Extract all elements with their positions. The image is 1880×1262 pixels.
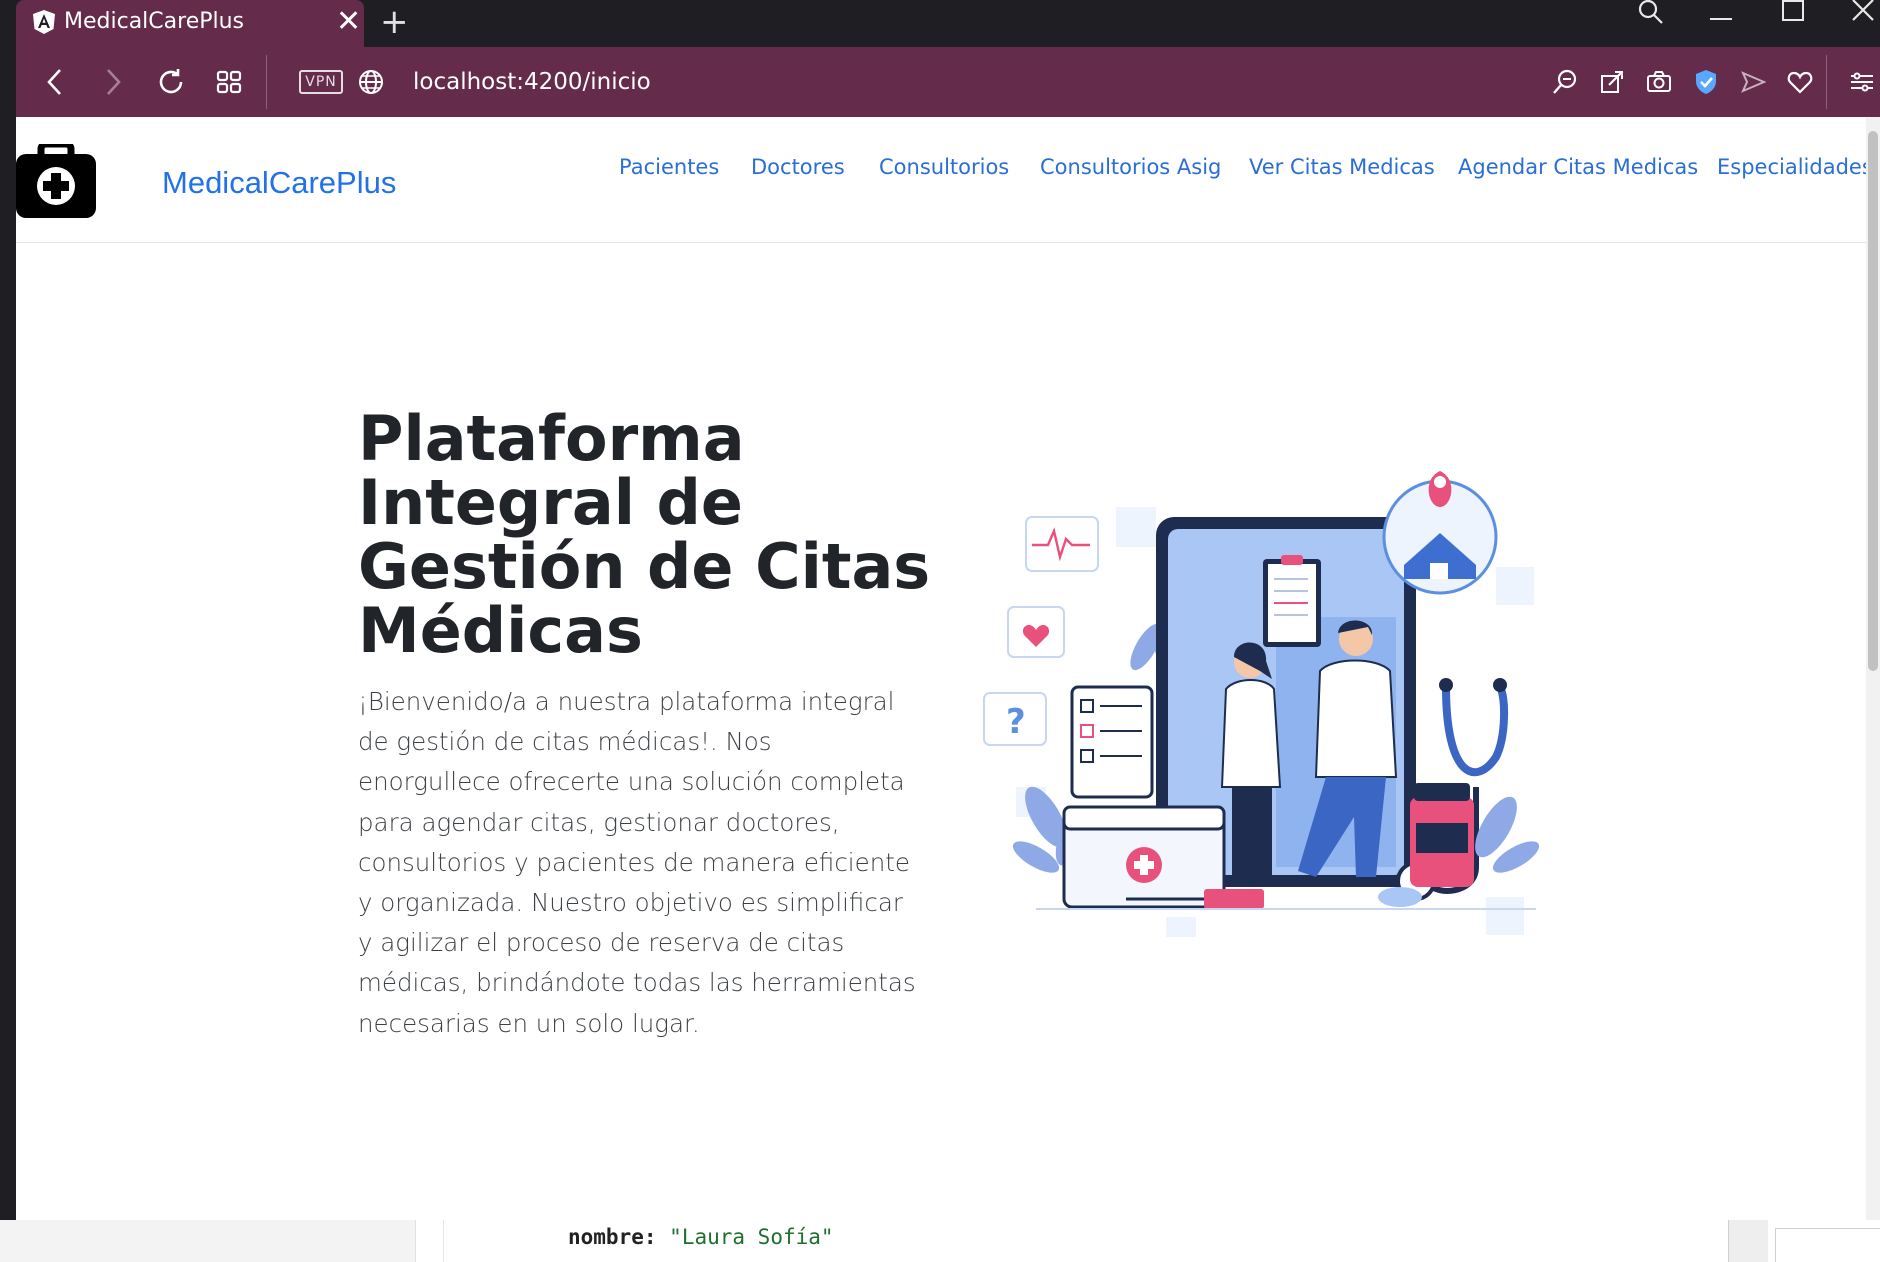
- browser-toolbar: VPN localhost:4200/inicio: [16, 47, 1880, 117]
- editor-sidebar: [0, 1220, 416, 1262]
- minimize-icon[interactable]: [1708, 0, 1734, 26]
- maximize-icon[interactable]: [1780, 0, 1806, 26]
- hero-title-line: Médicas: [358, 594, 643, 667]
- code-string: "Laura Sofía": [669, 1225, 834, 1249]
- back-icon[interactable]: [36, 63, 74, 101]
- nav-link-doctores[interactable]: Doctores: [751, 155, 845, 179]
- address-bar[interactable]: localhost:4200/inicio: [413, 69, 651, 95]
- nav-link-consultorios[interactable]: Consultorios: [879, 155, 1009, 179]
- vpn-badge[interactable]: VPN: [299, 70, 343, 94]
- medical-kit-logo-icon[interactable]: [16, 144, 96, 218]
- editor-gutter: [416, 1220, 444, 1262]
- nav-link-agendar-citas-medicas[interactable]: Agendar Citas Medicas: [1458, 155, 1698, 179]
- search-tabs-icon[interactable]: [1636, 0, 1666, 26]
- url-host: localhost: [413, 69, 517, 95]
- svg-text:?: ?: [1006, 702, 1026, 742]
- page-scrollbar[interactable]: [1866, 117, 1880, 1220]
- zoom-icon[interactable]: [1546, 63, 1584, 101]
- scrollbar-thumb[interactable]: [1868, 131, 1878, 671]
- nav-link-especialidades[interactable]: Especialidades: [1717, 155, 1873, 179]
- tab-title: MedicalCarePlus: [64, 9, 245, 34]
- new-tab-icon[interactable]: +: [380, 4, 409, 40]
- web-page: MedicalCarePlus Pacientes Doctores Consu…: [16, 117, 1880, 1220]
- hero-title-line: Plataforma: [358, 402, 745, 475]
- hero-title: Plataforma Integral de Gestión de Citas …: [358, 402, 931, 667]
- brand-link[interactable]: MedicalCarePlus: [162, 165, 396, 201]
- tab-close-icon[interactable]: ✕: [336, 4, 361, 40]
- nav-link-ver-citas-medicas[interactable]: Ver Citas Medicas: [1249, 155, 1435, 179]
- settings-sliders-icon[interactable]: [1842, 63, 1880, 101]
- nav-link-consultorios-asig[interactable]: Consultorios Asig: [1040, 155, 1221, 179]
- left-window-edge: [0, 47, 16, 1262]
- code-key: nombre:: [568, 1225, 657, 1249]
- reload-icon[interactable]: [152, 63, 190, 101]
- doctors-illustration: ?: [983, 471, 1540, 937]
- shield-check-icon[interactable]: [1687, 63, 1725, 101]
- edit-share-icon[interactable]: [1593, 63, 1631, 101]
- browser-tab[interactable]: MedicalCarePlus ✕: [16, 0, 364, 47]
- editor-right-window: [1775, 1228, 1880, 1262]
- hero-title-line: Integral de: [358, 466, 743, 539]
- hero-title-line: Gestión de Citas: [358, 530, 931, 603]
- tabs-grid-icon[interactable]: [210, 63, 248, 101]
- navbar: MedicalCarePlus Pacientes Doctores Consu…: [16, 117, 1880, 243]
- code-line[interactable]: nombre: "Laura Sofía": [568, 1225, 834, 1249]
- toolbar-separator: [1826, 55, 1827, 109]
- heart-icon[interactable]: [1781, 63, 1819, 101]
- camera-icon[interactable]: [1640, 63, 1678, 101]
- code-editor-background: nombre: "Laura Sofía": [0, 1220, 1880, 1262]
- angular-icon: [33, 10, 55, 34]
- toolbar-separator: [266, 55, 267, 109]
- nav-link-pacientes[interactable]: Pacientes: [619, 155, 719, 179]
- hero-description: ¡Bienvenido/a a nuestra plataforma integ…: [358, 687, 916, 1038]
- forward-icon[interactable]: [94, 63, 132, 101]
- url-path: :4200/inicio: [516, 69, 651, 95]
- site-info-globe-icon[interactable]: [352, 63, 390, 101]
- close-window-icon[interactable]: [1850, 0, 1876, 26]
- browser-tab-strip: MedicalCarePlus ✕ +: [0, 0, 1880, 47]
- send-icon[interactable]: [1734, 63, 1772, 101]
- editor-right-pane: [1728, 1220, 1768, 1262]
